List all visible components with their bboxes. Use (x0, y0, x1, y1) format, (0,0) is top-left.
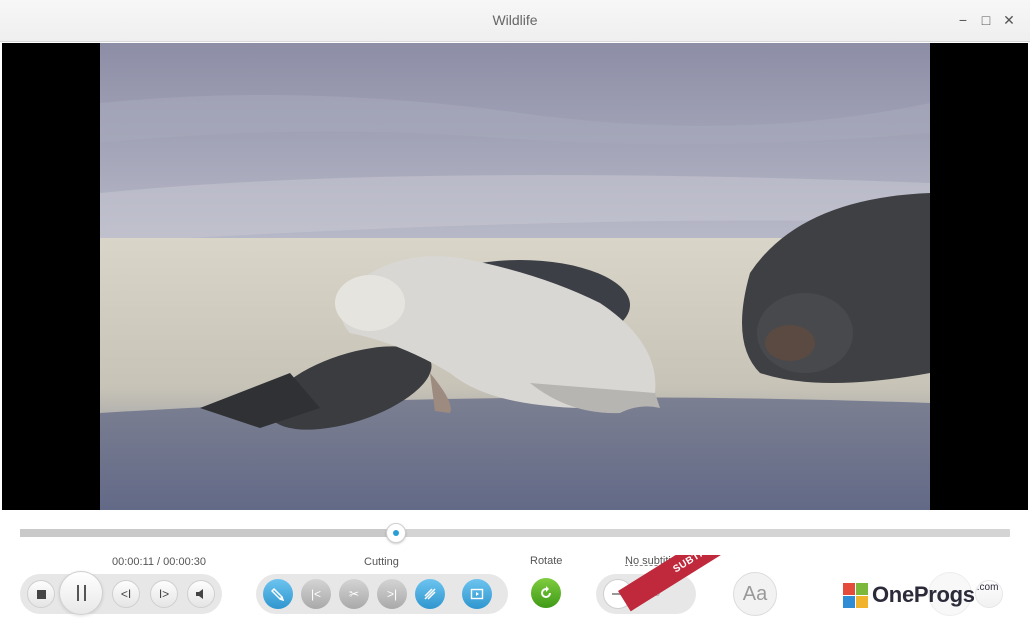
logo-suffix: .com (976, 581, 999, 593)
set-end-icon: >| (386, 587, 398, 601)
mark-clip-icon (271, 587, 285, 601)
next-frame-icon: I> (158, 587, 170, 601)
minimize-button[interactable]: − (953, 10, 973, 30)
oneprogs-logo: OneProgs .com (843, 582, 998, 608)
volume-button[interactable] (187, 580, 215, 608)
stop-icon (36, 589, 46, 599)
maximize-button[interactable]: □ (976, 10, 996, 30)
set-start-button[interactable]: |< (301, 579, 331, 609)
rotate-button[interactable] (531, 578, 561, 608)
time-display: 00:00:11 / 00:00:30 (112, 556, 206, 568)
window-title: Wildlife (492, 12, 538, 28)
rotate-label: Rotate (530, 555, 563, 567)
seek-handle[interactable] (386, 523, 407, 543)
cut-button[interactable]: ✂ (339, 579, 369, 609)
save-clip-icon (424, 588, 436, 600)
sea-lions-scene (100, 43, 930, 510)
pause-button[interactable] (59, 571, 103, 615)
scissors-icon: ✂ (348, 587, 360, 601)
title-bar: Wildlife − □ ✕ (0, 0, 1030, 42)
seek-bar[interactable] (20, 523, 1010, 543)
subtitles-pack-ribbon[interactable]: SUBTITLES PACK (618, 555, 808, 640)
rotate-icon (541, 586, 551, 598)
ribbon-text: SUBTITLES PACK (618, 555, 808, 612)
frame-button[interactable] (462, 579, 492, 609)
close-button[interactable]: ✕ (999, 10, 1019, 30)
video-viewport[interactable] (2, 43, 1028, 510)
next-frame-button[interactable]: I> (150, 580, 178, 608)
mark-clip-button[interactable] (263, 579, 293, 609)
frame-icon (470, 588, 484, 600)
logo-text: OneProgs (872, 582, 975, 607)
seek-progress (20, 529, 397, 537)
cutting-label: Cutting (364, 556, 399, 568)
set-end-button[interactable]: >| (377, 579, 407, 609)
set-start-icon: |< (310, 587, 322, 601)
video-frame (100, 43, 930, 510)
volume-icon (196, 589, 203, 599)
stop-button[interactable] (27, 580, 55, 608)
prev-frame-icon: <I (120, 587, 132, 601)
pause-icon (76, 585, 86, 601)
logo-mark (843, 582, 868, 608)
prev-frame-button[interactable]: <I (112, 580, 140, 608)
save-clip-button[interactable] (415, 579, 445, 609)
